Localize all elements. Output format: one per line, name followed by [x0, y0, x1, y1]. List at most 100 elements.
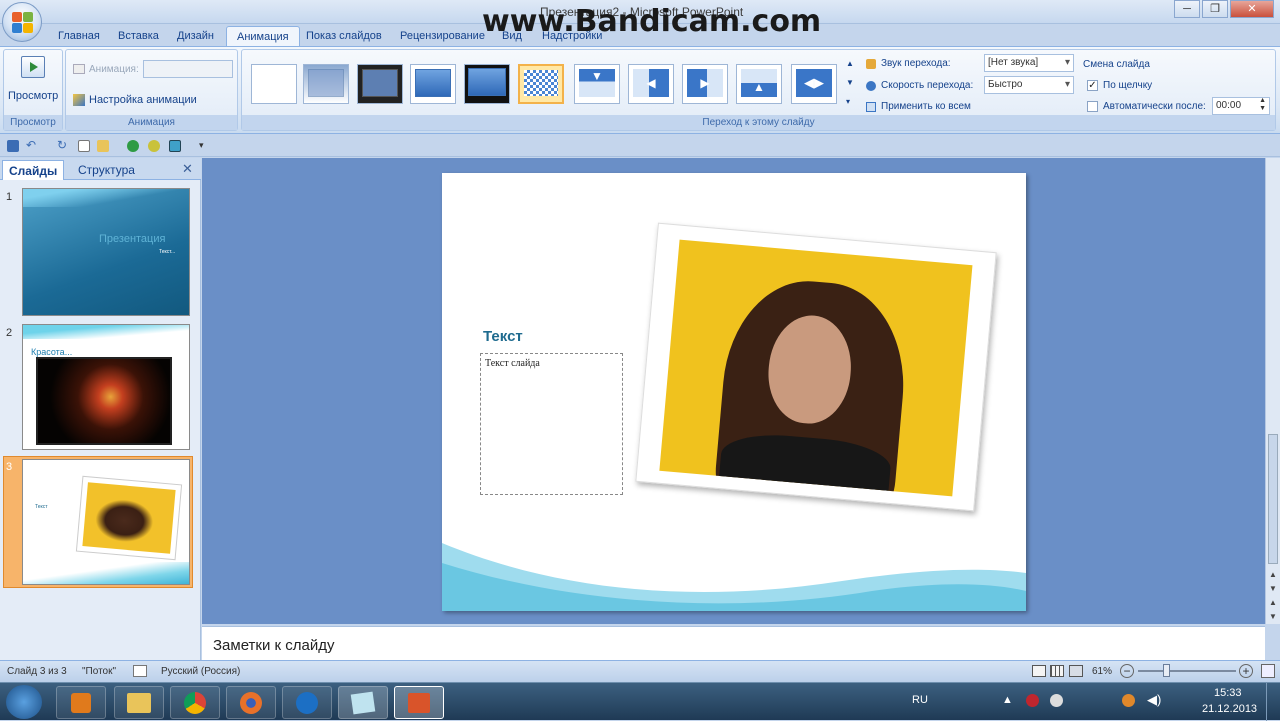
scroll-thumb[interactable]	[1268, 434, 1278, 564]
transition-fade-smooth[interactable]	[303, 64, 349, 104]
tab-home[interactable]: Главная	[48, 26, 110, 46]
transition-cut[interactable]	[410, 64, 456, 104]
slide-number: 3	[6, 461, 13, 473]
play-icon[interactable]	[127, 140, 139, 152]
app-tray-icon[interactable]	[1050, 694, 1063, 707]
save-icon[interactable]	[7, 140, 19, 152]
on-click-checkbox[interactable]: ✓	[1087, 80, 1098, 91]
notes-pane[interactable]: Заметки к слайду	[202, 626, 1265, 660]
sound-select[interactable]: [Нет звука] ▾	[984, 54, 1074, 72]
transition-wipe-right[interactable]: ▶	[682, 64, 728, 104]
speed-select[interactable]: Быстро ▾	[984, 76, 1074, 94]
minimize-button[interactable]: ─	[1174, 0, 1200, 18]
fit-window-icon[interactable]	[1261, 664, 1275, 678]
tab-review[interactable]: Рецензирование	[390, 26, 495, 46]
slides-panel: Слайды Структура ✕ 1 Презентация Текст..…	[0, 158, 201, 660]
slide-heading[interactable]: Текст	[483, 328, 523, 345]
spellcheck-icon[interactable]	[133, 665, 147, 677]
maxthon-icon[interactable]	[282, 686, 332, 719]
tab-design[interactable]: Дизайн	[167, 26, 224, 46]
tab-slides[interactable]: Слайды	[2, 160, 65, 180]
animation-select[interactable]	[143, 60, 233, 78]
redo-icon[interactable]: ↻	[57, 139, 69, 152]
transition-cut-black[interactable]	[464, 64, 510, 104]
notes-app-icon[interactable]	[338, 686, 388, 719]
sorter-view-icon[interactable]	[1050, 665, 1064, 677]
vertical-scrollbar[interactable]: ▲ ▼ ▲ ▼	[1265, 158, 1280, 624]
tab-slideshow[interactable]: Показ слайдов	[296, 26, 392, 46]
preview-group-label: Просмотр	[4, 115, 62, 130]
chrome-icon[interactable]	[170, 686, 220, 719]
transition-wipe-up[interactable]: ▲	[736, 64, 782, 104]
transition-wipe-down[interactable]: ▼	[574, 64, 620, 104]
media-player-icon[interactable]	[56, 686, 106, 719]
auto-after-checkbox[interactable]	[1087, 101, 1098, 112]
new-icon[interactable]	[78, 140, 90, 152]
close-panel-icon[interactable]: ✕	[182, 161, 193, 177]
slide-thumb-3[interactable]: Текст	[22, 459, 190, 585]
undo-icon[interactable]: ↶	[26, 139, 38, 152]
gallery-scroll[interactable]: ▲ ▼ ▾	[846, 54, 856, 114]
open-icon[interactable]	[97, 140, 109, 152]
transition-split[interactable]: ◀▶	[791, 64, 837, 104]
show-hidden-icons[interactable]: ▲	[1002, 694, 1013, 706]
clock-date[interactable]: 21.12.2013	[1202, 703, 1257, 715]
slide-body-text: Текст слайда	[485, 358, 540, 369]
auto-time-input[interactable]: 00:00 ▲ ▼	[1212, 97, 1270, 115]
slide-thumb-2[interactable]: Красота...	[22, 324, 190, 450]
zoom-out-icon[interactable]: −	[1120, 664, 1134, 678]
powerpoint-taskbar-icon[interactable]	[394, 686, 444, 719]
office-button[interactable]	[2, 2, 42, 42]
transition-none[interactable]	[251, 64, 297, 104]
tab-outline[interactable]: Структура	[72, 160, 141, 180]
avast-tray-icon[interactable]	[1122, 694, 1135, 707]
preview-icon	[21, 56, 45, 78]
tab-animation[interactable]: Анимация	[226, 26, 300, 46]
speed-icon	[866, 81, 876, 91]
maximize-button[interactable]: ❐	[1202, 0, 1228, 18]
zoom-level[interactable]: 61%	[1092, 666, 1112, 677]
zoom-in-icon[interactable]: +	[1239, 664, 1253, 678]
firefox-icon[interactable]	[226, 686, 276, 719]
slide-thumb-1[interactable]: Презентация Текст...	[22, 188, 190, 316]
preview-group: Просмотр Просмотр	[3, 49, 63, 131]
body-text-placeholder[interactable]: Текст слайда	[480, 353, 623, 495]
windows-taskbar: RU ▲ ◀) 15:33 21.12.2013	[0, 682, 1280, 721]
custom-animation-icon	[73, 94, 85, 106]
transition-fade-black[interactable]	[357, 64, 403, 104]
volume-icon[interactable]: ◀)	[1147, 692, 1161, 708]
ribbon: Просмотр Просмотр Анимация: Настройка ан…	[0, 46, 1280, 134]
language-label[interactable]: Русский (Россия)	[161, 666, 240, 677]
tab-insert[interactable]: Вставка	[108, 26, 169, 46]
transition-wipe-left[interactable]: ◀	[628, 64, 674, 104]
transition-dissolve[interactable]	[518, 64, 564, 104]
sound-label: Звук перехода:	[881, 58, 951, 69]
close-button[interactable]: ✕	[1230, 0, 1274, 18]
photo-frame[interactable]	[635, 222, 997, 512]
speed-value: Быстро	[988, 79, 1023, 90]
apply-all-button[interactable]: Применить ко всем	[881, 101, 971, 112]
explorer-icon[interactable]	[114, 686, 164, 719]
start-button[interactable]	[6, 685, 42, 719]
normal-view-icon[interactable]	[1032, 665, 1046, 677]
slide-canvas[interactable]: Текст Текст слайда	[442, 173, 1026, 611]
zoom-slider-track[interactable]	[1138, 670, 1236, 672]
clock-time[interactable]: 15:33	[1214, 687, 1242, 699]
quick-access-toolbar: ↶ ↻ ▾	[0, 135, 1280, 157]
language-indicator[interactable]: RU	[912, 694, 928, 706]
customize-toolbar-icon[interactable]: ▾	[199, 140, 204, 151]
slideshow-view-icon[interactable]	[1069, 665, 1083, 677]
zoom-slider-thumb[interactable]	[1162, 664, 1170, 677]
spinner-icon[interactable]: ▲ ▼	[1259, 97, 1266, 113]
speed-label: Скорость перехода:	[881, 80, 974, 91]
record-tray-icon[interactable]	[1026, 694, 1039, 707]
layout-icon[interactable]	[169, 140, 181, 152]
custom-animation-button[interactable]: Настройка анимации	[89, 94, 197, 106]
auto-after-label: Автоматически после:	[1103, 101, 1206, 112]
show-desktop-button[interactable]	[1266, 683, 1280, 721]
preview-button[interactable]: Просмотр	[8, 90, 58, 102]
scroll-arrows[interactable]: ▲ ▼ ▲ ▼	[1269, 568, 1277, 624]
wave-decoration	[23, 562, 189, 584]
sound-value: [Нет звука]	[988, 57, 1039, 68]
record-icon[interactable]	[148, 140, 160, 152]
